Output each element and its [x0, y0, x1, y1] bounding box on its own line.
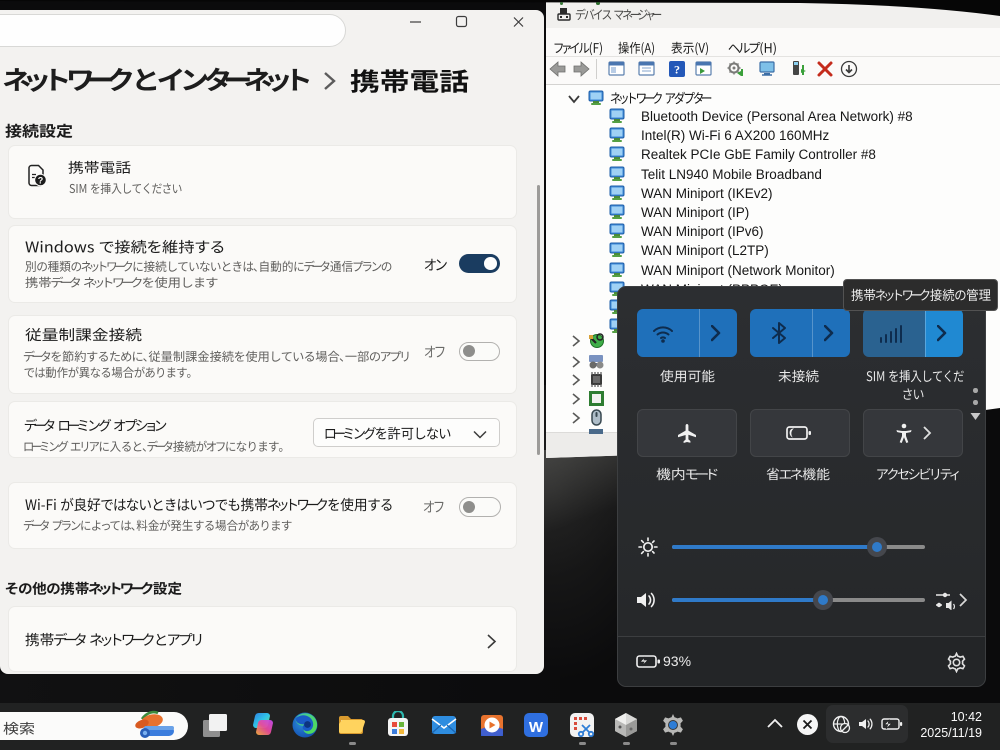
svg-text:?: ? — [38, 176, 44, 186]
svg-text:?: ? — [674, 63, 680, 77]
svg-text:W: W — [529, 719, 544, 736]
